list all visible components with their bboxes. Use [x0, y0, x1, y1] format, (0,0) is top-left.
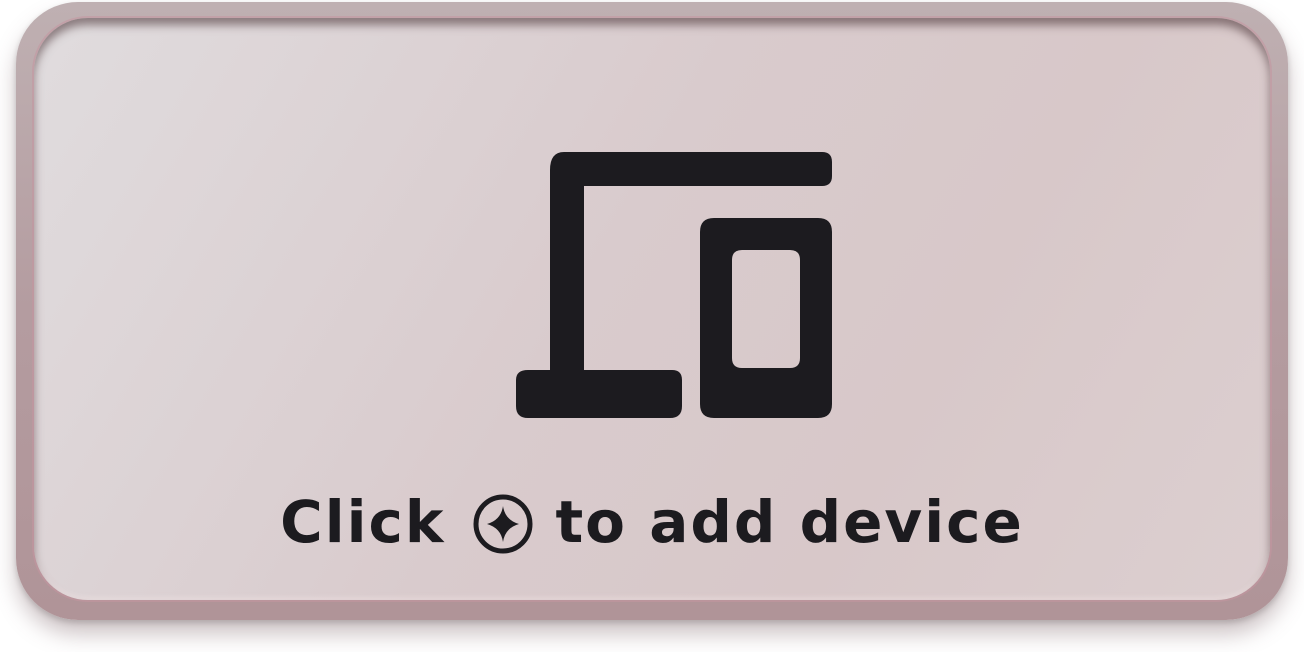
- hint-text-add-device: to add device: [555, 488, 1024, 556]
- add-device-hint: Click to add device: [34, 482, 1270, 562]
- devices-icon: [516, 152, 832, 418]
- add-circle-icon[interactable]: [471, 492, 535, 556]
- hint-text-click: Click: [280, 488, 446, 556]
- device-panel-frame: Click to add device: [16, 2, 1288, 620]
- add-device-card[interactable]: Click to add device: [34, 18, 1270, 600]
